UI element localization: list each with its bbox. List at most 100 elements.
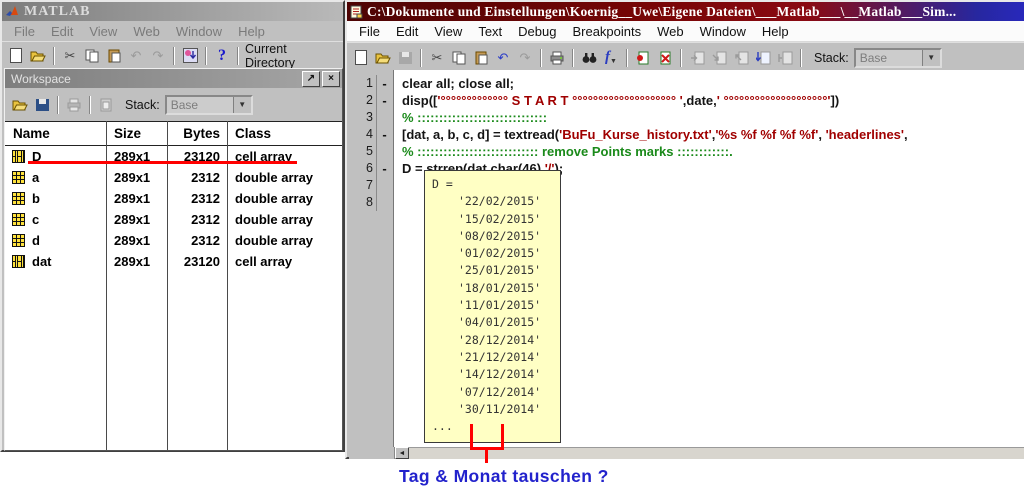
code-line-5[interactable]: % :::::::::::::::::::::::::::: remove Po…: [402, 143, 1024, 160]
toolbar-separator: [89, 96, 91, 114]
workspace-row-a[interactable]: a289x12312double array: [5, 167, 342, 188]
scroll-left-button[interactable]: ◄: [395, 447, 409, 459]
breakpoint-dash[interactable]: -: [377, 160, 392, 177]
exit-debug-button[interactable]: [774, 47, 796, 69]
menu-item-debug[interactable]: Debug: [510, 24, 564, 39]
menu-item-file[interactable]: File: [6, 24, 43, 39]
menu-item-view[interactable]: View: [426, 24, 470, 39]
workspace-titlebar[interactable]: Workspace ↗ ×: [5, 69, 342, 88]
toolbar-separator: [680, 49, 682, 67]
column-header-bytes[interactable]: Bytes: [167, 126, 227, 141]
cut-button[interactable]: ✂: [426, 47, 448, 69]
menu-item-file[interactable]: File: [351, 24, 388, 39]
step-out-button[interactable]: [730, 47, 752, 69]
breakpoint-slot[interactable]: [377, 143, 392, 160]
breakpoint-dash[interactable]: -: [377, 92, 392, 109]
clear-breakpoints-icon: [658, 51, 672, 65]
redo-button[interactable]: ↷: [147, 45, 169, 67]
help-button[interactable]: ?: [211, 45, 233, 67]
breakpoint-dash[interactable]: -: [377, 75, 392, 92]
scroll-left-icon: ◄: [399, 450, 406, 457]
breakpoint-slot[interactable]: [377, 194, 392, 211]
menu-item-edit[interactable]: Edit: [388, 24, 426, 39]
save-icon: [399, 52, 412, 64]
copy-variable-button[interactable]: [95, 94, 117, 116]
variable-name: a: [32, 170, 39, 185]
column-divider: [167, 121, 168, 450]
paste-button[interactable]: [103, 45, 125, 67]
menu-item-edit[interactable]: Edit: [43, 24, 81, 39]
stack-dropdown[interactable]: Base ▼: [854, 48, 942, 68]
undo-button[interactable]: ↶: [492, 47, 514, 69]
code-line-3[interactable]: % ::::::::::::::::::::::::::::::: [402, 109, 1024, 126]
breakpoint-slot[interactable]: [377, 109, 392, 126]
menu-item-view[interactable]: View: [81, 24, 125, 39]
variable-name-cell: c: [5, 212, 106, 227]
save-file-button[interactable]: [394, 47, 416, 69]
matlab-titlebar[interactable]: MATLAB: [2, 2, 343, 21]
undo-button[interactable]: ↶: [125, 45, 147, 67]
variable-class: double array: [227, 170, 342, 185]
undo-icon: ↶: [498, 50, 509, 66]
print-button[interactable]: [546, 47, 568, 69]
stack-dropdown[interactable]: Base ▼: [165, 95, 253, 115]
breakpoint-slot[interactable]: [377, 177, 392, 194]
find-button[interactable]: [578, 47, 600, 69]
code-line-4[interactable]: [dat, a, b, c, d] = textread('BuFu_Kurse…: [402, 126, 1024, 143]
print-button[interactable]: [63, 94, 85, 116]
cut-button[interactable]: ✂: [59, 45, 81, 67]
column-header-name[interactable]: Name: [5, 126, 106, 141]
copy-button[interactable]: [81, 45, 103, 67]
cut-icon: ✂: [432, 50, 443, 66]
open-file-button[interactable]: [27, 45, 49, 67]
workspace-row-c[interactable]: c289x12312double array: [5, 209, 342, 230]
breakpoint-margin[interactable]: -- - -: [376, 75, 392, 211]
close-panel-button[interactable]: ×: [322, 71, 340, 87]
continue-button[interactable]: [752, 47, 774, 69]
paste-icon: [474, 51, 488, 65]
menu-item-breakpoints[interactable]: Breakpoints: [564, 24, 649, 39]
column-header-class[interactable]: Class: [227, 126, 342, 141]
step-in-button[interactable]: [708, 47, 730, 69]
menu-item-window[interactable]: Window: [168, 24, 230, 39]
set-breakpoint-button[interactable]: [632, 47, 654, 69]
save-workspace-button[interactable]: [31, 94, 53, 116]
code-line-2[interactable]: disp(['°°°°°°°°°°°°° S T A R T °°°°°°°°°…: [402, 92, 1024, 109]
menu-item-window[interactable]: Window: [692, 24, 754, 39]
open-file-button[interactable]: [372, 47, 394, 69]
clear-breakpoints-button[interactable]: [654, 47, 676, 69]
paste-button[interactable]: [470, 47, 492, 69]
menu-item-web[interactable]: Web: [125, 24, 168, 39]
breakpoint-dash[interactable]: -: [377, 126, 392, 143]
menu-item-help[interactable]: Help: [754, 24, 797, 39]
datatip-value: '25/01/2015': [432, 262, 560, 279]
new-file-button[interactable]: [5, 45, 27, 67]
simulink-button[interactable]: [179, 45, 201, 67]
editor-titlebar[interactable]: C:\Dokumente und Einstellungen\Koernig__…: [347, 2, 1024, 21]
code-text: disp([: [402, 93, 437, 108]
menu-item-help[interactable]: Help: [230, 24, 273, 39]
copy-button[interactable]: [448, 47, 470, 69]
workspace-row-d[interactable]: d289x12312double array: [5, 230, 342, 251]
dropdown-button[interactable]: ▼: [233, 97, 251, 113]
menu-item-web[interactable]: Web: [649, 24, 692, 39]
line-number: 3: [349, 109, 373, 126]
datatip-header: D =: [432, 176, 560, 193]
menu-item-text[interactable]: Text: [470, 24, 510, 39]
undock-button[interactable]: ↗: [302, 71, 320, 87]
variable-class: double array: [227, 212, 342, 227]
editor-doc-icon: [350, 5, 363, 19]
toolbar-separator: [572, 49, 574, 67]
new-file-button[interactable]: [350, 47, 372, 69]
horizontal-scrollbar[interactable]: ◄: [349, 447, 1024, 459]
load-workspace-button[interactable]: [9, 94, 31, 116]
workspace-row-b[interactable]: b289x12312double array: [5, 188, 342, 209]
redo-button[interactable]: ↷: [514, 47, 536, 69]
step-button[interactable]: [686, 47, 708, 69]
column-header-size[interactable]: Size: [106, 126, 167, 141]
function-browse-button[interactable]: f▼: [600, 47, 622, 69]
code-line-1[interactable]: clear all; close all;: [402, 75, 1024, 92]
dropdown-button[interactable]: ▼: [922, 50, 940, 66]
workspace-row-dat[interactable]: dat289x123120cell array: [5, 251, 342, 272]
open-folder-icon: [12, 98, 28, 111]
